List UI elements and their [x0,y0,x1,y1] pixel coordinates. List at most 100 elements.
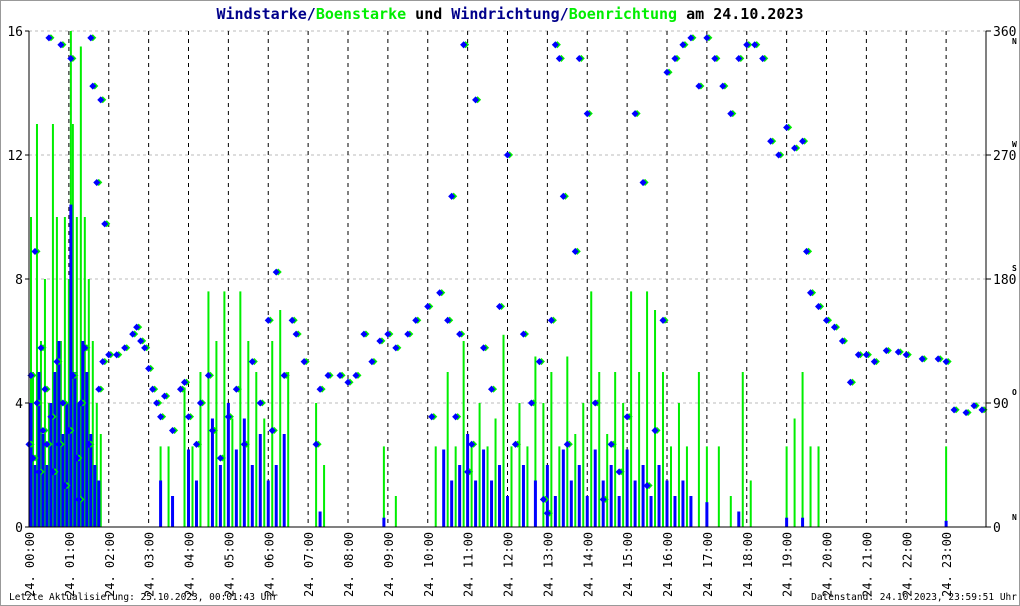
x-tick-label: 24. 17:00 [701,532,715,597]
wind-bar [561,449,565,527]
gust-bar [749,480,752,527]
gust-bar [470,446,473,527]
gust-bar [462,341,465,527]
wind-bar [593,449,597,527]
wind-bar [673,496,677,527]
wind-bar [250,465,254,527]
x-tick-label: 24. 01:00 [63,532,77,597]
wind-bar [53,372,57,527]
wind-bar [282,434,286,527]
gust-bar [741,372,744,527]
y-tick-label-left: 4 [15,397,23,412]
gust-bar [207,291,210,527]
wind-bar [226,403,230,527]
gust-bar [646,291,649,527]
gust-bar [434,446,437,527]
gust-bar [167,446,170,527]
gust-bar [247,341,250,527]
wind-bar [194,480,198,527]
gust-bar [662,372,665,527]
wind-bar [458,465,462,527]
compass-label: N [1012,37,1017,46]
gust-bar [697,372,700,527]
wind-bar [442,449,446,527]
wind-bar [73,372,77,527]
gust-bar [394,496,397,527]
x-tick-label: 24. 23:00 [940,532,954,597]
x-tick-label: 24. 07:00 [302,532,316,597]
gust-bar [287,372,290,527]
y-tick-label-left: 16 [7,25,23,40]
wind-bar [665,480,669,527]
x-tick-label: 24. 12:00 [502,532,516,597]
x-tick-label: 24. 04:00 [183,532,197,597]
wind-bar [234,449,238,527]
wind-bar [65,403,69,527]
wind-bar [521,465,525,527]
gust-bar [945,446,948,527]
x-tick-label: 24. 14:00 [581,532,595,597]
wind-bar [97,480,101,527]
wind-bar [242,418,246,527]
wind-bar [944,520,948,527]
gust-bar [183,387,186,527]
gust-bar [223,291,226,527]
plot-svg: 0 0N4 90O8 180S12 270W16 360N24. 00:00 24. 01:… [7,25,1017,597]
wind-bar [490,480,494,527]
gust-bar [454,446,457,527]
gust-bar [630,291,633,527]
wind-bar [649,496,653,527]
y-tick-label-right: 90 [993,397,1009,412]
wind-bar [61,434,65,527]
wind-bar [466,434,470,527]
y-tick-label-right: 180 [993,273,1016,288]
gust-bar [685,446,688,527]
x-tick-label: 24. 16:00 [661,532,675,597]
wind-bar [553,496,557,527]
gust-bar [669,446,672,527]
y-tick-label-left: 12 [7,149,23,164]
wind-bar [45,465,49,527]
gust-bar [598,372,601,527]
gust-bar [486,446,489,527]
gust-bar [478,403,481,527]
gust-bar [191,446,194,527]
x-tick-label: 24. 15:00 [621,532,635,597]
gust-bar [239,291,242,527]
wind-bar [506,496,509,527]
gust-bar [729,496,732,527]
gust-bar [315,403,318,527]
wind-bar [274,465,278,527]
wind-bar [29,403,33,527]
gust-bar [817,446,820,527]
x-tick-label: 24. 13:00 [541,532,555,597]
gust-bar [279,310,282,527]
gust-bar [809,446,812,527]
wind-bar [657,465,661,527]
gust-bar [717,446,720,527]
wind-bar [318,511,322,527]
wind-bar [641,465,645,527]
wind-bar [171,496,175,527]
wind-bar [625,449,629,527]
gust-bar [215,341,218,527]
gust-bar [801,372,804,527]
wind-bar [85,372,89,527]
footer-data-status: Datenstand: 24.10.2023, 23:59:51 Uhr [811,592,1017,603]
gust-bar [677,403,680,527]
wind-bar [801,517,805,527]
x-tick-label: 24. 06:00 [262,532,276,597]
gust-bar [582,403,585,527]
gust-bar [382,446,385,527]
gust-bar [606,434,609,527]
wind-bar [218,465,222,527]
wind-bar [33,465,37,527]
gust-bar [614,372,617,527]
wind-bar [609,465,613,527]
x-tick-label: 24. 20:00 [821,532,835,597]
x-tick-label: 24. 03:00 [143,532,157,597]
x-tick-label: 24. 22:00 [900,532,914,597]
x-tick-label: 24. 21:00 [860,532,874,597]
gust-bar [323,465,326,527]
gust-bar [526,446,529,527]
